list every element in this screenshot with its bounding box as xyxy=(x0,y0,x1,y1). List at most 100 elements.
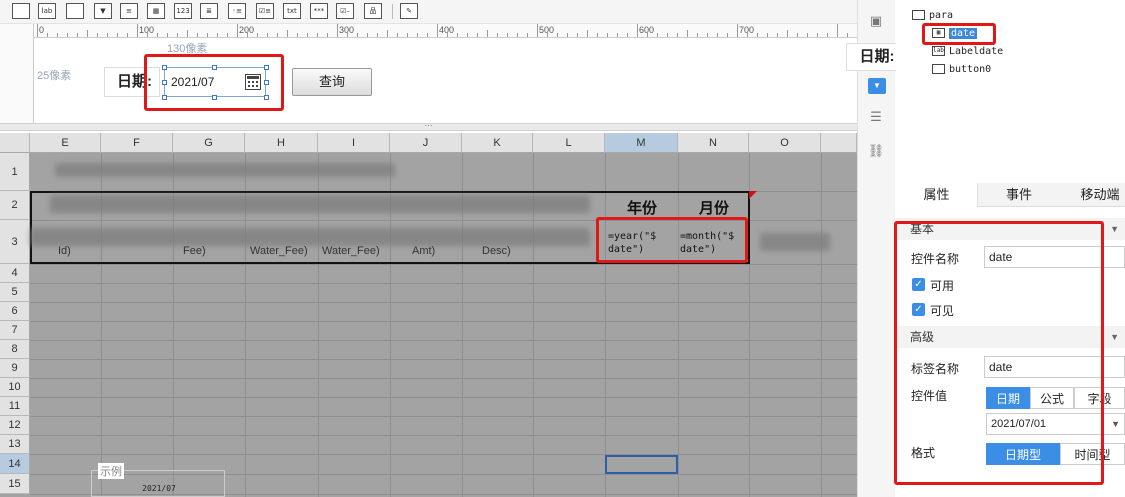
date-widget-icon[interactable]: ▦ xyxy=(147,3,165,19)
resize-handle[interactable] xyxy=(264,65,269,70)
row-header-12[interactable]: 12 xyxy=(0,416,30,435)
chevron-down-icon[interactable]: ▼ xyxy=(1111,414,1120,434)
row-header-15[interactable]: 15 xyxy=(0,474,30,494)
ruler-tick xyxy=(277,33,278,37)
formula-month[interactable]: =month("$ date") xyxy=(680,230,734,256)
column-header-g[interactable]: G xyxy=(173,133,245,153)
edit-widget-icon[interactable]: ✎ xyxy=(400,3,418,19)
section-advanced[interactable]: 高级 ▼ xyxy=(896,326,1125,348)
cell-fragment: Fee) xyxy=(183,245,206,257)
header-month[interactable]: 月份 xyxy=(678,197,750,218)
row-header-11[interactable]: 11 xyxy=(0,397,30,416)
chevron-down-icon[interactable]: ▼ xyxy=(1110,218,1119,240)
ruler-tick xyxy=(317,33,318,37)
dropdown-toggle-icon[interactable]: ▼ xyxy=(868,78,886,94)
value-type-formula[interactable]: 公式 xyxy=(1030,387,1074,409)
formula-year[interactable]: =year("$ date") xyxy=(608,230,656,256)
column-header-h[interactable]: H xyxy=(245,133,318,153)
resize-handle[interactable] xyxy=(212,65,217,70)
row-header-9[interactable]: 9 xyxy=(0,359,30,378)
resize-handle[interactable] xyxy=(264,95,269,100)
text-widget-icon[interactable]: txt xyxy=(283,3,301,19)
checkbox-widget-icon[interactable]: ☑– xyxy=(336,3,354,19)
tag-name-input[interactable]: date xyxy=(984,356,1125,378)
tree-item-para[interactable]: para xyxy=(912,8,953,24)
ruler-tick xyxy=(177,33,178,37)
tab-mobile[interactable]: 移动端 xyxy=(1060,183,1125,207)
button-widget-icon[interactable] xyxy=(66,3,84,19)
column-header-o[interactable]: O xyxy=(749,133,821,153)
tree-item-labeldate-label: Labeldate xyxy=(949,46,1004,57)
resize-handle[interactable] xyxy=(162,65,167,70)
row-header-5[interactable]: 5 xyxy=(0,283,30,302)
row-header-13[interactable]: 13 xyxy=(0,435,30,454)
tab-events[interactable]: 事件 xyxy=(978,183,1060,207)
row-header-3[interactable]: 3 xyxy=(0,220,30,264)
header-year[interactable]: 年份 xyxy=(606,197,678,218)
control-value-date-select[interactable]: 2021/07/01 ▼ xyxy=(986,413,1125,435)
control-name-input[interactable]: date xyxy=(984,246,1125,268)
column-header-f[interactable]: F xyxy=(101,133,173,153)
list-widget-icon[interactable]: ≣ xyxy=(200,3,218,19)
tree-item-date[interactable]: ▦ date xyxy=(932,26,978,42)
label-widget-icon[interactable]: lab xyxy=(38,3,56,19)
column-header-n[interactable]: N xyxy=(678,133,749,153)
resize-handle[interactable] xyxy=(212,95,217,100)
link-icon[interactable]: ⛓ xyxy=(867,142,885,160)
column-header-extra[interactable] xyxy=(821,133,857,153)
value-type-date[interactable]: 日期 xyxy=(986,387,1030,409)
tree-item-labeldate[interactable]: lab Labeldate xyxy=(932,44,1003,60)
radio-group-icon[interactable]: ◦≡ xyxy=(228,3,246,19)
calendar-icon[interactable] xyxy=(245,74,261,90)
pane-splitter[interactable]: ··· xyxy=(0,122,857,131)
row-header-7[interactable]: 7 xyxy=(0,321,30,340)
tree-item-button0[interactable]: button0 xyxy=(932,62,991,78)
ruler-label: 200 xyxy=(239,25,255,35)
tree-widget-icon[interactable]: 品 xyxy=(364,3,382,19)
tab-attributes[interactable]: 属性 xyxy=(896,183,978,207)
row-header-2[interactable]: 2 xyxy=(0,191,30,220)
column-header-l[interactable]: L xyxy=(533,133,605,153)
column-header-k[interactable]: K xyxy=(462,133,533,153)
redacted-content xyxy=(55,163,395,177)
row-header-8[interactable]: 8 xyxy=(0,340,30,359)
chevron-down-icon[interactable]: ▼ xyxy=(1110,326,1119,348)
row-header-6[interactable]: 6 xyxy=(0,302,30,321)
row-header-4[interactable]: 4 xyxy=(0,264,30,283)
resize-handle[interactable] xyxy=(264,80,269,85)
row-header-1[interactable]: 1 xyxy=(0,153,30,191)
row-header-14[interactable]: 14 xyxy=(0,454,30,474)
dropdown-widget-icon[interactable]: ▼ xyxy=(94,3,112,19)
enabled-checkbox[interactable]: ✓ xyxy=(912,278,925,291)
resize-handle[interactable] xyxy=(162,95,167,100)
ruler-tick xyxy=(367,33,368,37)
layer-icon[interactable]: ☰ xyxy=(867,108,885,126)
column-header-i[interactable]: I xyxy=(318,133,390,153)
date-input[interactable]: 2021/07 xyxy=(164,67,266,97)
format-time-type[interactable]: 时间型 xyxy=(1060,443,1125,465)
ruler-tick xyxy=(797,33,798,37)
report-grid[interactable]: E F G H I J K L M N O 1 2 3 4 5 6 7 8 9 10 11 12 13 14 15 xyxy=(0,133,857,497)
column-header-e[interactable]: E xyxy=(30,133,101,153)
tree-item-button0-label: button0 xyxy=(949,64,992,75)
widget-settings-icon[interactable]: ▣ xyxy=(867,12,885,30)
panel-icon[interactable] xyxy=(12,3,30,19)
query-button[interactable]: 查询 xyxy=(292,68,372,96)
checkbox-group-icon[interactable]: ☑≡ xyxy=(256,3,274,19)
visible-checkbox[interactable]: ✓ xyxy=(912,303,925,316)
resize-handle[interactable] xyxy=(162,80,167,85)
column-header-j[interactable]: J xyxy=(390,133,462,153)
height-hint: 25像素 xyxy=(37,70,72,82)
section-basic[interactable]: 基本 ▼ xyxy=(896,218,1125,240)
value-type-field[interactable]: 字段 xyxy=(1074,387,1125,409)
number-widget-icon[interactable]: 123 xyxy=(174,3,192,19)
format-date-type[interactable]: 日期型 xyxy=(986,443,1060,465)
column-header-m[interactable]: M xyxy=(605,133,678,153)
grid-corner[interactable] xyxy=(0,133,30,153)
password-widget-icon[interactable]: *** xyxy=(310,3,328,19)
ruler-tick xyxy=(597,33,598,37)
tree-dropdown-icon[interactable]: ≡ xyxy=(120,3,138,19)
date-label-widget[interactable]: 日期: xyxy=(104,67,160,97)
selected-cell[interactable] xyxy=(605,455,678,474)
row-header-10[interactable]: 10 xyxy=(0,378,30,397)
